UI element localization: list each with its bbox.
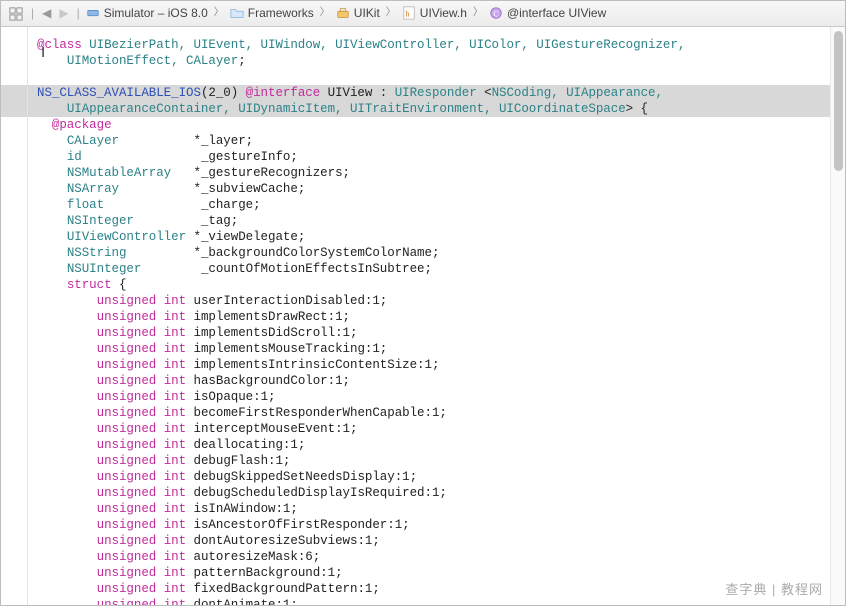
code-line: UIMotionEffect, CALayer;: [37, 53, 845, 69]
chevron-right-icon: 〉: [318, 7, 332, 20]
crumb-interface[interactable]: C @interface UIView: [489, 6, 606, 21]
code-line: NSMutableArray *_gestureRecognizers;: [37, 165, 845, 181]
code-line: @class UIBezierPath, UIEvent, UIWindow, …: [37, 37, 845, 53]
code-line: unsigned int isOpaque:1;: [37, 389, 845, 405]
code-line: unsigned int debugScheduledDisplayIsRequ…: [37, 485, 845, 501]
code-line: NSUInteger _countOfMotionEffectsInSubtre…: [37, 261, 845, 277]
text-cursor-icon: I: [41, 43, 45, 62]
code-line: unsigned int isAncestorOfFirstResponder:…: [37, 517, 845, 533]
nav-back-button[interactable]: ◀: [40, 6, 53, 21]
chevron-right-icon: 〉: [212, 7, 226, 20]
code-line: NSInteger _tag;: [37, 213, 845, 229]
code-line: [37, 69, 845, 85]
code-line: unsigned int interceptMouseEvent:1;: [37, 421, 845, 437]
crumb-uiview-h[interactable]: h UIView.h: [402, 6, 467, 21]
related-items-icon[interactable]: [7, 5, 25, 23]
vertical-scrollbar[interactable]: [830, 27, 845, 605]
toolbox-icon: [336, 6, 350, 20]
crumb-label: UIKit: [354, 6, 380, 21]
code-line: UIViewController *_viewDelegate;: [37, 229, 845, 245]
separator: |: [29, 6, 36, 21]
crumb-frameworks[interactable]: Frameworks: [230, 6, 314, 21]
chevron-right-icon: 〉: [384, 7, 398, 20]
code-line: unsigned int implementsMouseTracking:1;: [37, 341, 845, 357]
code-line: NSArray *_subviewCache;: [37, 181, 845, 197]
svg-text:C: C: [493, 10, 498, 19]
code-line: NSString *_backgroundColorSystemColorNam…: [37, 245, 845, 261]
crumb-uikit[interactable]: UIKit: [336, 6, 380, 21]
code-line: unsigned int debugFlash:1;: [37, 453, 845, 469]
svg-text:h: h: [405, 10, 409, 19]
code-line: NS_CLASS_AVAILABLE_IOS(2_0) @interface U…: [37, 85, 845, 101]
code-line: unsigned int hasBackgroundColor:1;: [37, 373, 845, 389]
code-line: unsigned int isInAWindow:1;: [37, 501, 845, 517]
header-file-icon: h: [402, 6, 416, 20]
jump-bar: | ◀ ▶ | Simulator – iOS 8.0 〉 Frameworks…: [1, 1, 845, 27]
code-line: unsigned int dontAutoresizeSubviews:1;: [37, 533, 845, 549]
code-line: struct {: [37, 277, 845, 293]
code-line: unsigned int becomeFirstResponderWhenCap…: [37, 405, 845, 421]
code-line: id _gestureInfo;: [37, 149, 845, 165]
code-line: UIAppearanceContainer, UIDynamicItem, UI…: [37, 101, 845, 117]
separator: |: [75, 6, 82, 21]
code-line: unsigned int userInteractionDisabled:1;: [37, 293, 845, 309]
code-line: unsigned int implementsDidScroll:1;: [37, 325, 845, 341]
interface-declaration-highlight: NS_CLASS_AVAILABLE_IOS(2_0) @interface U…: [1, 85, 845, 117]
code-line: float _charge;: [37, 197, 845, 213]
code-line: @package: [37, 117, 845, 133]
crumb-label: UIView.h: [420, 6, 467, 21]
code-editor[interactable]: I @class UIBezierPath, UIEvent, UIWindow…: [1, 27, 845, 605]
code-line: unsigned int dontAnimate:1;: [37, 597, 845, 605]
code-line: unsigned int deallocating:1;: [37, 437, 845, 453]
gutter-line: [27, 27, 28, 605]
watermark-text: 查字典 | 教程网: [725, 582, 823, 599]
code-line: CALayer *_layer;: [37, 133, 845, 149]
code-line: unsigned int autoresizeMask:6;: [37, 549, 845, 565]
crumb-label: @interface UIView: [507, 6, 606, 21]
scrollbar-thumb[interactable]: [834, 31, 843, 171]
code-line: unsigned int implementsIntrinsicContentS…: [37, 357, 845, 373]
crumb-simulator[interactable]: Simulator – iOS 8.0: [86, 6, 208, 21]
class-icon: C: [489, 6, 503, 20]
code-line: unsigned int patternBackground:1;: [37, 565, 845, 581]
code-line: unsigned int fixedBackgroundPattern:1;: [37, 581, 845, 597]
device-icon: [86, 6, 100, 20]
crumb-label: Frameworks: [248, 6, 314, 21]
crumb-label: Simulator – iOS 8.0: [104, 6, 208, 21]
code-line: unsigned int implementsDrawRect:1;: [37, 309, 845, 325]
code-line: unsigned int debugSkippedSetNeedsDisplay…: [37, 469, 845, 485]
chevron-right-icon: 〉: [471, 7, 485, 20]
folder-icon: [230, 6, 244, 20]
nav-forward-button[interactable]: ▶: [57, 6, 70, 21]
